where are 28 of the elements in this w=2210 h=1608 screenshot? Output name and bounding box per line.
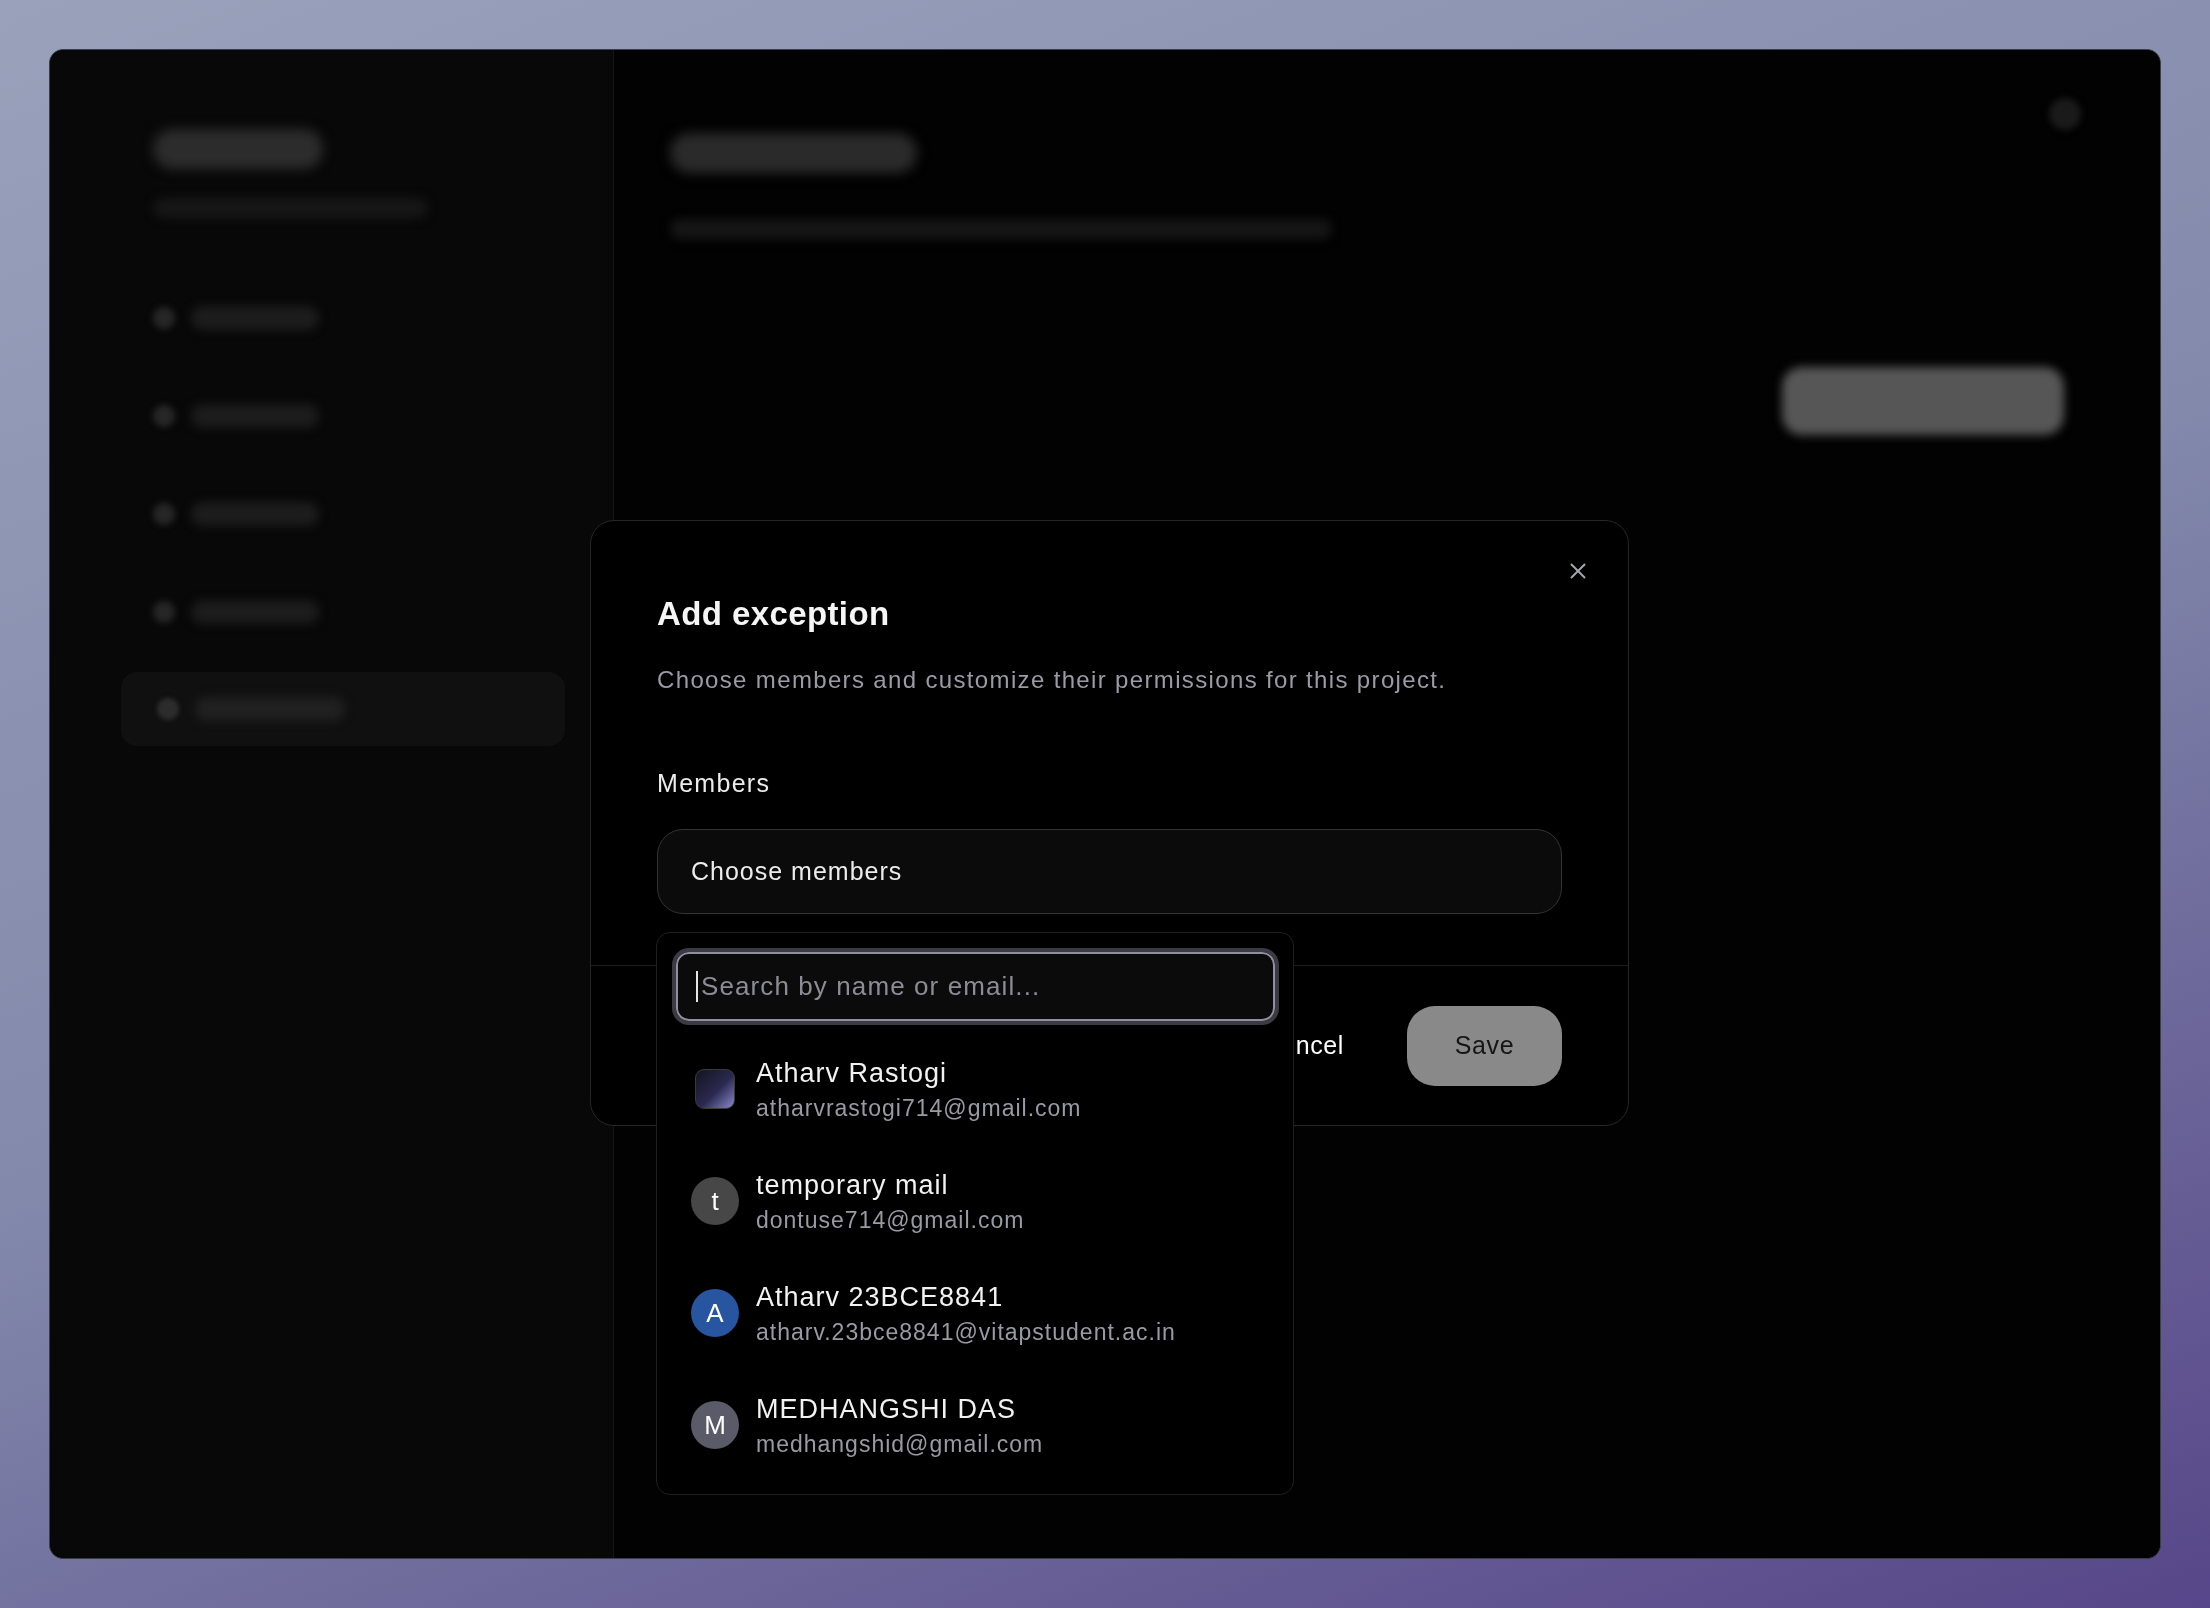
members-select[interactable]: Choose members bbox=[657, 829, 1562, 914]
dialog-description: Choose members and customize their permissions for this project. bbox=[657, 665, 1448, 695]
member-option[interactable]: M MEDHANGSHI DAS medhangshid@gmail.com bbox=[672, 1369, 1278, 1481]
blurred-nav-icon bbox=[153, 405, 175, 427]
member-email: dontuse714@gmail.com bbox=[756, 1205, 1025, 1235]
blurred-nav-icon bbox=[157, 698, 179, 720]
member-name: temporary mail bbox=[756, 1168, 950, 1202]
member-email: medhangshid@gmail.com bbox=[756, 1429, 1044, 1459]
user-avatar: t bbox=[691, 1177, 739, 1225]
member-email: atharv.23bce8841@vitapstudent.ac.in bbox=[756, 1317, 1176, 1347]
member-option[interactable]: Atharv Rastogi atharvrastogi714@gmail.com bbox=[672, 1033, 1278, 1145]
member-option[interactable]: t temporary mail dontuse714@gmail.com bbox=[672, 1145, 1278, 1257]
field-label: Members bbox=[657, 768, 771, 799]
dialog-title: Add exception bbox=[657, 594, 891, 634]
avatar-photo-placeholder bbox=[695, 1069, 735, 1109]
blurred-avatar bbox=[2049, 98, 2081, 130]
member-option[interactable]: A Atharv 23BCE8841 atharv.23bce8841@vitapstudent.ac.in bbox=[672, 1257, 1278, 1369]
user-avatar: M bbox=[691, 1401, 739, 1449]
member-name: MEDHANGSHI DAS bbox=[756, 1392, 1018, 1426]
search-field[interactable]: Search by name or email... bbox=[672, 948, 1279, 1025]
blurred-nav-icon bbox=[153, 307, 175, 329]
text-cursor-icon bbox=[696, 971, 698, 1002]
member-email: atharvrastogi714@gmail.com bbox=[756, 1093, 1082, 1123]
blurred-nav-icon bbox=[153, 601, 175, 623]
member-name: Atharv Rastogi bbox=[756, 1056, 949, 1090]
member-name: Atharv 23BCE8841 bbox=[756, 1280, 1005, 1314]
user-avatar: A bbox=[691, 1289, 739, 1337]
blurred-nav-icon bbox=[153, 503, 175, 525]
